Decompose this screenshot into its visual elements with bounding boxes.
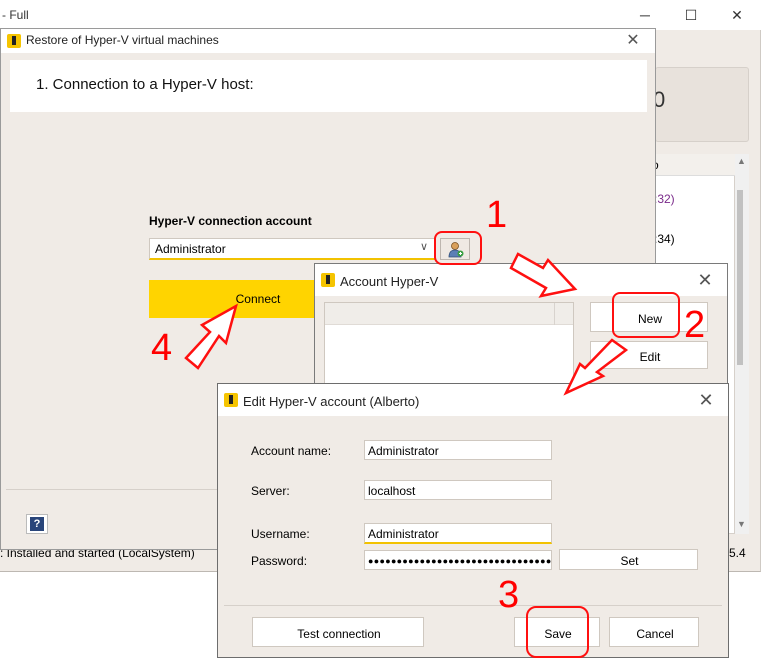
annotation-arrows [184, 252, 629, 396]
arrow-annotation-2 [563, 338, 629, 396]
arrow-annotation-1 [509, 252, 578, 298]
arrow-annotation-4 [184, 303, 238, 370]
